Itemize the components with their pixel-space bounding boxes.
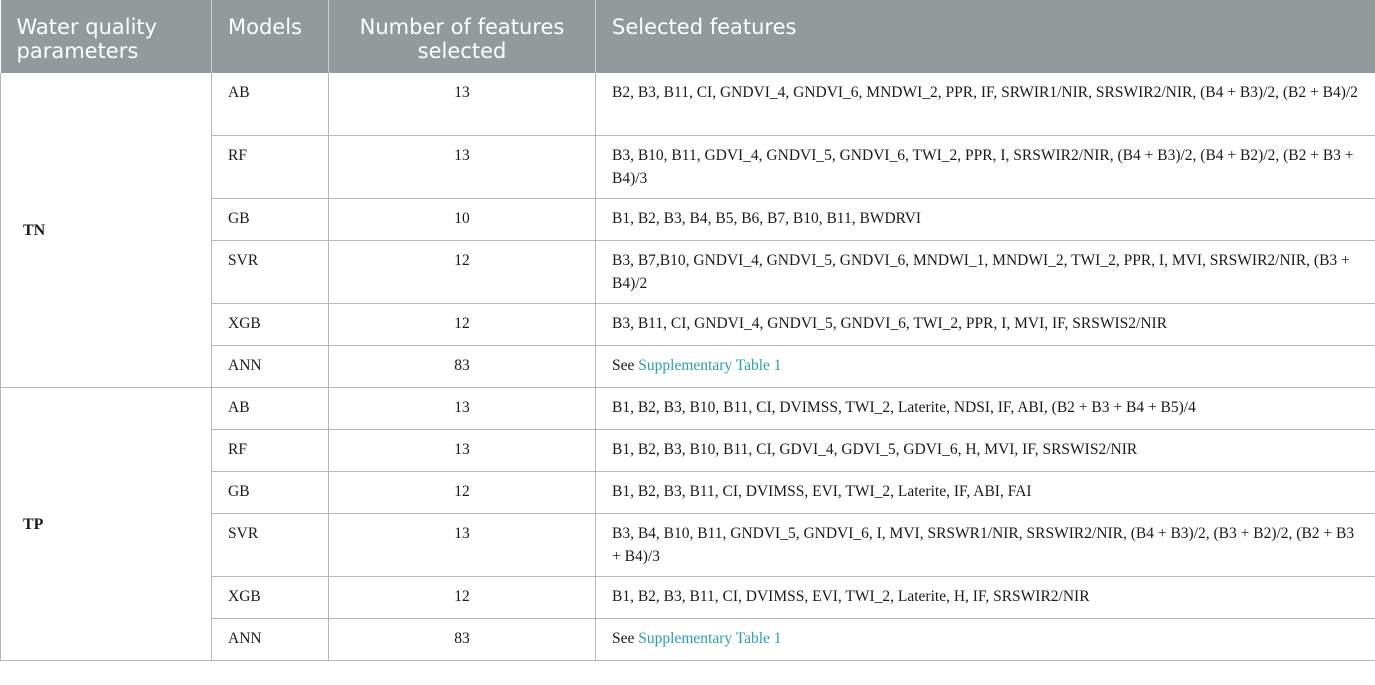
parameter-cell-tp: TP xyxy=(0,387,212,661)
parameter-cell-tn: TN xyxy=(0,73,212,388)
feature-count-cell: 12 xyxy=(328,240,596,304)
model-cell: ANN xyxy=(211,345,329,388)
feature-count-cell: 10 xyxy=(328,198,596,241)
header-number-of-features: Number of features selected xyxy=(328,0,596,73)
see-text: See xyxy=(612,357,639,374)
feature-count-cell: 83 xyxy=(328,618,596,661)
selected-features-cell: B3, B4, B10, B11, GNDVI_5, GNDVI_6, I, M… xyxy=(595,513,1375,577)
model-cell: AB xyxy=(211,73,329,136)
header-selected-features: Selected features xyxy=(595,0,1375,73)
selected-features-cell: B1, B2, B3, B11, CI, DVIMSS, EVI, TWI_2,… xyxy=(595,471,1375,514)
feature-count-cell: 13 xyxy=(328,387,596,430)
model-cell: GB xyxy=(211,198,329,241)
table-row: TP AB 13 B1, B2, B3, B10, B11, CI, DVIMS… xyxy=(0,387,1375,661)
selected-features-cell: B1, B2, B3, B10, B11, CI, GDVI_4, GDVI_5… xyxy=(595,429,1375,472)
see-text: See xyxy=(612,630,639,647)
header-water-quality-parameters: Water quality parameters xyxy=(0,0,212,73)
table-row: TN AB 13 B2, B3, B11, CI, GNDVI_4, GNDVI… xyxy=(0,73,1375,388)
selected-features-cell: B1, B2, B3, B10, B11, CI, DVIMSS, TWI_2,… xyxy=(595,387,1375,430)
model-cell: AB xyxy=(211,387,329,430)
model-cell: SVR xyxy=(211,513,329,577)
selected-features-cell: See Supplementary Table 1 xyxy=(595,345,1375,388)
model-cell: ANN xyxy=(211,618,329,661)
table-header-row: Water quality parameters Models Number o… xyxy=(0,0,1375,73)
feature-count-cell: 13 xyxy=(328,73,596,136)
selected-features-cell: B1, B2, B3, B4, B5, B6, B7, B10, B11, BW… xyxy=(595,198,1375,241)
model-cell: SVR xyxy=(211,240,329,304)
feature-count-cell: 12 xyxy=(328,471,596,514)
selected-features-cell: B3, B7,B10, GNDVI_4, GNDVI_5, GNDVI_6, M… xyxy=(595,240,1375,304)
feature-count-cell: 13 xyxy=(328,135,596,199)
feature-count-cell: 13 xyxy=(328,513,596,577)
selected-features-cell: B3, B11, CI, GNDVI_4, GNDVI_5, GNDVI_6, … xyxy=(595,303,1375,346)
selected-features-cell: B3, B10, B11, GDVI_4, GNDVI_5, GNDVI_6, … xyxy=(595,135,1375,199)
model-cell: RF xyxy=(211,429,329,472)
feature-count-cell: 83 xyxy=(328,345,596,388)
supplementary-table-link[interactable]: Supplementary Table 1 xyxy=(638,630,781,647)
header-models: Models xyxy=(211,0,329,73)
model-cell: GB xyxy=(211,471,329,514)
supplementary-table-link[interactable]: Supplementary Table 1 xyxy=(638,357,781,374)
feature-selection-table: Water quality parameters Models Number o… xyxy=(0,0,1375,661)
model-cell: XGB xyxy=(211,576,329,619)
feature-count-cell: 13 xyxy=(328,429,596,472)
selected-features-cell: B1, B2, B3, B11, CI, DVIMSS, EVI, TWI_2,… xyxy=(595,576,1375,619)
feature-count-cell: 12 xyxy=(328,303,596,346)
selected-features-cell: B2, B3, B11, CI, GNDVI_4, GNDVI_6, MNDWI… xyxy=(595,73,1375,136)
model-cell: RF xyxy=(211,135,329,199)
selected-features-cell: See Supplementary Table 1 xyxy=(595,618,1375,661)
feature-count-cell: 12 xyxy=(328,576,596,619)
model-cell: XGB xyxy=(211,303,329,346)
